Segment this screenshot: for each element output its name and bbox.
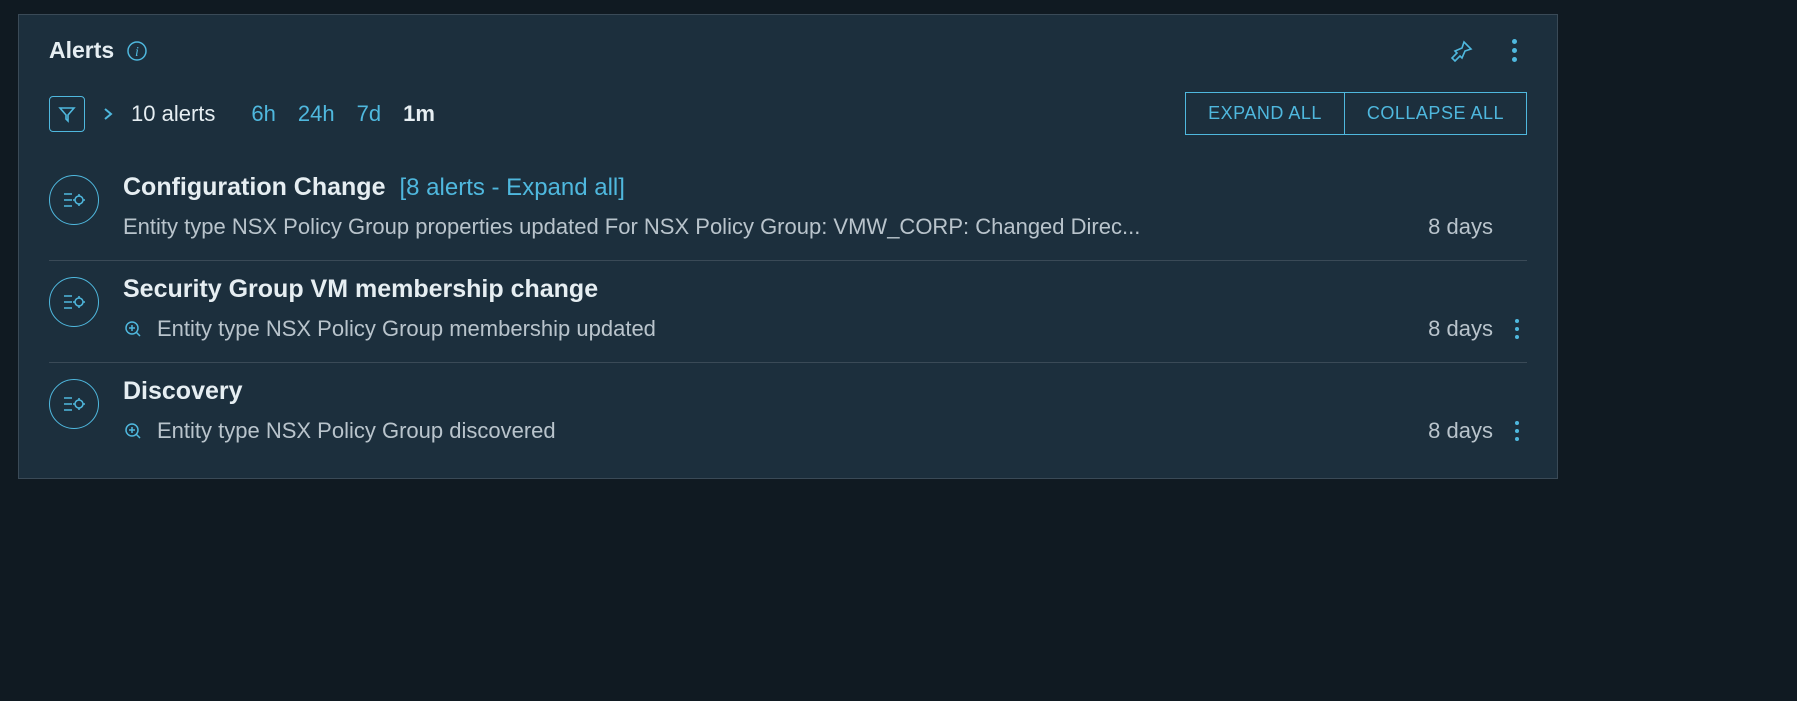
alert-group-header: Security Group VM membership change: [123, 275, 1527, 304]
alert-age: 8 days: [1428, 214, 1493, 240]
alert-text: Entity type NSX Policy Group discovered: [157, 418, 1394, 444]
panel-header-right: [1449, 38, 1527, 64]
alerts-panel: Alerts i: [18, 14, 1558, 479]
settings-list-icon: [49, 277, 99, 327]
time-range-7d[interactable]: 7d: [357, 101, 381, 127]
time-range-6h[interactable]: 6h: [251, 101, 275, 127]
alert-text: Entity type NSX Policy Group properties …: [123, 214, 1394, 240]
panel-title: Alerts: [49, 37, 114, 64]
expand-all-button[interactable]: EXPAND ALL: [1185, 92, 1345, 135]
panel-header-left: Alerts i: [49, 37, 148, 64]
alert-row-menu-icon[interactable]: [1507, 319, 1527, 339]
alert-text: Entity type NSX Policy Group membership …: [157, 316, 1394, 342]
alert-row[interactable]: Entity type NSX Policy Group discovered …: [123, 418, 1527, 444]
expand-collapse-group: EXPAND ALL COLLAPSE ALL: [1185, 92, 1527, 135]
chevron-right-icon[interactable]: [101, 107, 115, 121]
alert-group: Configuration Change [8 alerts - Expand …: [49, 159, 1527, 260]
zoom-plus-icon[interactable]: [123, 319, 143, 339]
filter-button[interactable]: [49, 96, 85, 132]
alert-group: Discovery Entity type NSX Policy Group d…: [49, 362, 1527, 464]
settings-list-icon: [49, 175, 99, 225]
time-range-1m[interactable]: 1m: [403, 101, 435, 127]
pin-icon[interactable]: [1449, 38, 1475, 64]
alert-group-header: Discovery: [123, 377, 1527, 406]
alert-group-header: Configuration Change [8 alerts - Expand …: [123, 173, 1527, 202]
alert-group: Security Group VM membership change Enti…: [49, 260, 1527, 362]
alert-age: 8 days: [1428, 418, 1493, 444]
alert-group-expand-link[interactable]: [8 alerts - Expand all]: [399, 174, 624, 202]
alert-group-body: Configuration Change [8 alerts - Expand …: [123, 173, 1527, 240]
alert-age: 8 days: [1428, 316, 1493, 342]
alert-row[interactable]: Entity type NSX Policy Group membership …: [123, 316, 1527, 342]
alert-row-menu-icon[interactable]: [1507, 421, 1527, 441]
zoom-plus-icon[interactable]: [123, 421, 143, 441]
settings-list-icon: [49, 379, 99, 429]
alert-group-body: Security Group VM membership change Enti…: [123, 275, 1527, 342]
time-range-group: 6h 24h 7d 1m: [251, 101, 434, 127]
alert-group-title: Discovery: [123, 377, 243, 406]
panel-menu-icon[interactable]: [1501, 38, 1527, 64]
alert-group-title: Configuration Change: [123, 173, 385, 202]
collapse-all-button[interactable]: COLLAPSE ALL: [1345, 92, 1527, 135]
alert-group-body: Discovery Entity type NSX Policy Group d…: [123, 377, 1527, 444]
alert-count-label: 10 alerts: [131, 101, 215, 127]
info-icon[interactable]: i: [126, 40, 148, 62]
alert-group-title: Security Group VM membership change: [123, 275, 598, 304]
alert-groups: Configuration Change [8 alerts - Expand …: [49, 159, 1527, 464]
svg-text:i: i: [135, 45, 139, 60]
alerts-toolbar: 10 alerts 6h 24h 7d 1m EXPAND ALL COLLAP…: [49, 92, 1527, 135]
time-range-24h[interactable]: 24h: [298, 101, 335, 127]
alerts-toolbar-left: 10 alerts 6h 24h 7d 1m: [49, 96, 435, 132]
panel-header: Alerts i: [49, 37, 1527, 64]
alert-row[interactable]: Entity type NSX Policy Group properties …: [123, 214, 1527, 240]
